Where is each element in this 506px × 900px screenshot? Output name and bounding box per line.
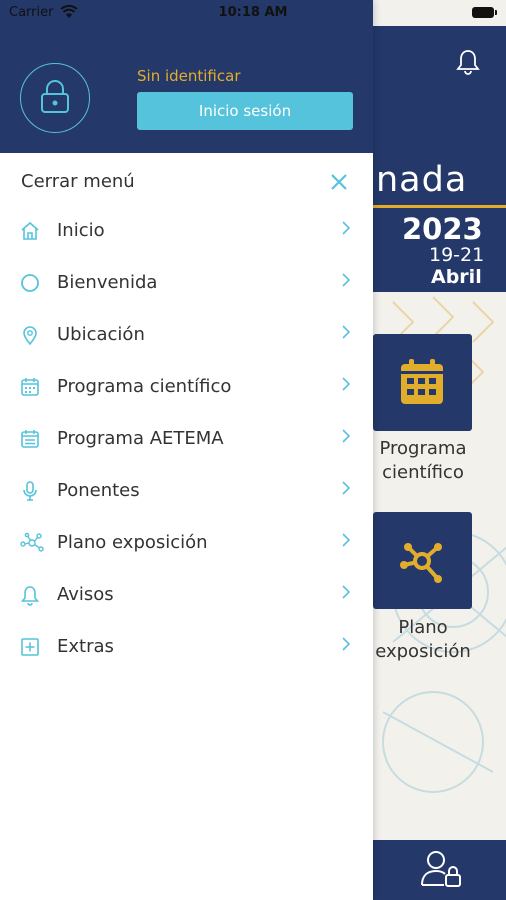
menu-label: Programa científico <box>57 376 232 397</box>
menu-item-bienvenida[interactable]: Bienvenida <box>0 258 373 310</box>
menu-item-plano-exposicion[interactable]: Plano exposición <box>0 518 373 570</box>
menu-label: Bienvenida <box>57 272 158 293</box>
plus-square-icon <box>19 636 41 662</box>
banner-year: 2023 <box>402 212 483 246</box>
chevron-right-icon <box>340 270 352 294</box>
side-drawer: Sin identificar Inicio sesión Cerrar men… <box>0 0 373 900</box>
tile-plano-exposicion[interactable] <box>373 512 472 609</box>
menu-item-programa-cientifico[interactable]: Programa científico <box>0 362 373 414</box>
chevron-right-icon <box>340 478 352 502</box>
menu-label: Extras <box>57 636 114 657</box>
tile-label-programa-cientifico: Programa científico <box>379 438 467 483</box>
chevron-right-icon <box>340 426 352 450</box>
status-bar: Carrier 10:18 AM <box>0 0 506 26</box>
chevron-right-icon <box>340 530 352 554</box>
banner-month: Abril <box>431 266 482 288</box>
close-icon[interactable] <box>329 172 349 196</box>
battery-icon <box>472 7 497 18</box>
home-icon <box>19 220 41 246</box>
network-icon <box>400 543 442 583</box>
notifications-bell-icon[interactable] <box>455 48 481 80</box>
user-status: Sin identificar <box>137 67 241 85</box>
chevron-right-icon <box>340 582 352 606</box>
status-time: 10:18 AM <box>218 5 288 20</box>
login-button[interactable]: Inicio sesión <box>137 92 353 130</box>
menu-item-ubicacion[interactable]: Ubicación <box>0 310 373 362</box>
event-banner: nada 2023 19-21 Abril <box>373 106 506 292</box>
circle-icon <box>19 272 41 298</box>
menu-item-extras[interactable]: Extras <box>0 622 373 674</box>
menu-label: Programa AETEMA <box>57 428 224 449</box>
banner-divider <box>373 205 506 208</box>
calendar-icon <box>19 376 41 402</box>
tile-programa-cientifico[interactable] <box>373 334 472 431</box>
chevron-right-icon <box>340 634 352 658</box>
banner-days: 19-21 <box>429 244 485 266</box>
microphone-icon <box>19 480 41 506</box>
network-icon <box>19 532 45 558</box>
user-avatar-placeholder <box>20 63 90 133</box>
bell-icon <box>19 584 41 610</box>
calendar-list-icon <box>19 428 41 454</box>
tile-label-plano-exposicion: Plano exposición <box>375 617 471 662</box>
chevron-right-icon <box>340 218 352 242</box>
lock-icon <box>41 80 69 113</box>
menu-label: Avisos <box>57 584 114 605</box>
menu-item-programa-aetema[interactable]: Programa AETEMA <box>0 414 373 466</box>
chevron-right-icon <box>340 322 352 346</box>
menu-label: Ponentes <box>57 480 140 501</box>
menu-label: Inicio <box>57 220 105 241</box>
close-menu-label: Cerrar menú <box>21 171 135 192</box>
background-app: nada 2023 19-21 Abril Programa científic… <box>373 0 506 900</box>
bottom-bar <box>373 840 506 900</box>
location-pin-icon <box>19 324 41 350</box>
chevron-right-icon <box>340 374 352 398</box>
calendar-icon <box>401 359 443 404</box>
menu-item-ponentes[interactable]: Ponentes <box>0 466 373 518</box>
background-header <box>373 26 506 106</box>
close-menu-row[interactable]: Cerrar menú <box>0 162 373 202</box>
banner-title: nada <box>376 160 468 200</box>
menu-item-inicio[interactable]: Inicio <box>0 206 373 258</box>
user-lock-icon[interactable] <box>420 849 464 893</box>
menu-item-avisos[interactable]: Avisos <box>0 570 373 622</box>
menu-label: Ubicación <box>57 324 145 345</box>
menu-label: Plano exposición <box>57 532 208 553</box>
